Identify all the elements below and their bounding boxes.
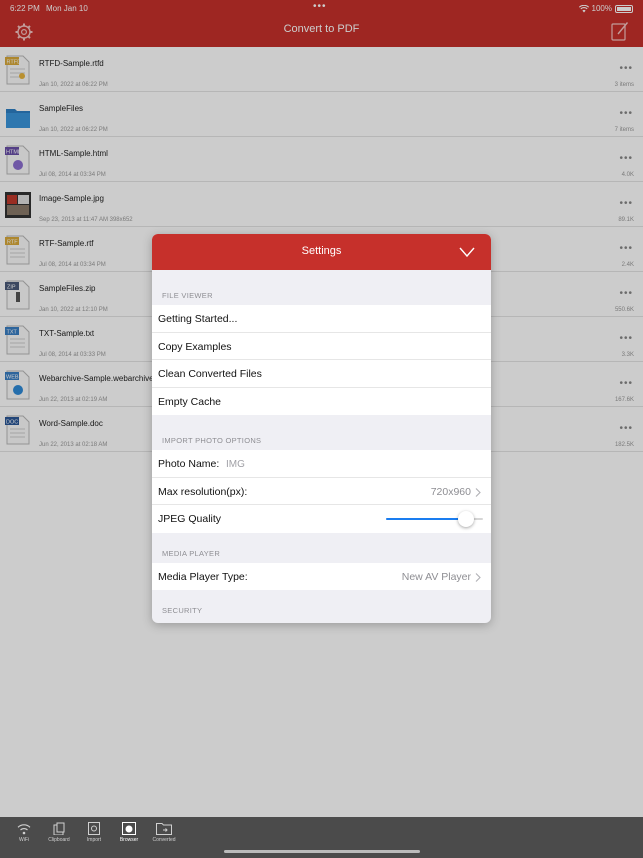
cell-label: Getting Started... <box>158 313 238 325</box>
max-resolution-value: 720x960 <box>430 485 471 498</box>
section-header-media-player: MEDIA PLAYER <box>162 548 221 558</box>
cell-label: Empty Cache <box>158 395 222 408</box>
slider-fill <box>386 518 466 520</box>
browser-icon <box>122 822 136 835</box>
cell-label: JPEG Quality <box>158 513 222 525</box>
cell-label: Media Player Type: <box>158 570 248 583</box>
section-header-file-viewer: FILE VIEWER <box>162 291 213 300</box>
import-photo-group: Photo Name: IMG Max resolution(px): 720x… <box>152 450 491 533</box>
tab-label: Clipboard <box>48 837 70 843</box>
settings-modal: Settings FILE VIEWER Getting Started... … <box>152 234 491 623</box>
section-header-security: SECURITY <box>162 606 203 615</box>
chevron-right-icon <box>475 487 481 497</box>
wifi-icon <box>17 824 31 835</box>
cell-label: Copy Examples <box>158 340 232 353</box>
tab-label: WiFi <box>19 837 29 843</box>
tab-wifi[interactable]: WiFi <box>9 822 39 843</box>
tab-browser[interactable]: Browser <box>114 822 144 843</box>
photo-name-label: Photo Name: <box>158 458 220 470</box>
tab-converted[interactable]: Converted <box>149 822 179 843</box>
import-icon <box>88 822 100 835</box>
clipboard-icon <box>53 822 65 835</box>
media-player-type-value: New AV Player <box>401 570 471 583</box>
media-player-type-cell[interactable]: Media Player Type: New AV Player <box>152 563 491 591</box>
cell-label: Clean Converted Files <box>158 368 262 380</box>
section-header-import-photo: IMPORT PHOTO OPTIONS <box>162 436 262 445</box>
photo-name-input[interactable]: IMG <box>226 459 245 470</box>
file-viewer-group: Getting Started... Copy Examples Clean C… <box>152 305 491 415</box>
modal-header: Settings <box>152 234 491 270</box>
chevron-down-icon[interactable] <box>459 246 475 258</box>
photo-name-cell: Photo Name: IMG <box>152 450 491 478</box>
empty-cache-cell[interactable]: Empty Cache <box>152 388 491 416</box>
chevron-right-icon <box>475 572 481 582</box>
tab-label: Import <box>86 837 102 843</box>
cell-label: Max resolution(px): <box>158 485 248 498</box>
tab-label: Browser <box>119 837 139 843</box>
converted-folder-icon <box>156 823 172 835</box>
modal-title: Settings <box>301 245 342 257</box>
jpeg-quality-slider[interactable] <box>386 511 483 527</box>
home-indicator[interactable] <box>224 850 420 853</box>
clean-converted-files-cell[interactable]: Clean Converted Files <box>152 360 491 388</box>
tab-import[interactable]: Import <box>79 822 109 843</box>
media-player-group: Media Player Type: New AV Player <box>152 562 491 591</box>
tab-clipboard[interactable]: Clipboard <box>44 822 74 843</box>
copy-examples-cell[interactable]: Copy Examples <box>152 333 491 360</box>
getting-started-cell[interactable]: Getting Started... <box>152 305 491 333</box>
jpeg-quality-cell: JPEG Quality <box>152 505 491 533</box>
tab-label: Converted <box>152 837 176 843</box>
slider-thumb[interactable] <box>457 511 474 527</box>
max-resolution-cell[interactable]: Max resolution(px): 720x960 <box>152 478 491 505</box>
